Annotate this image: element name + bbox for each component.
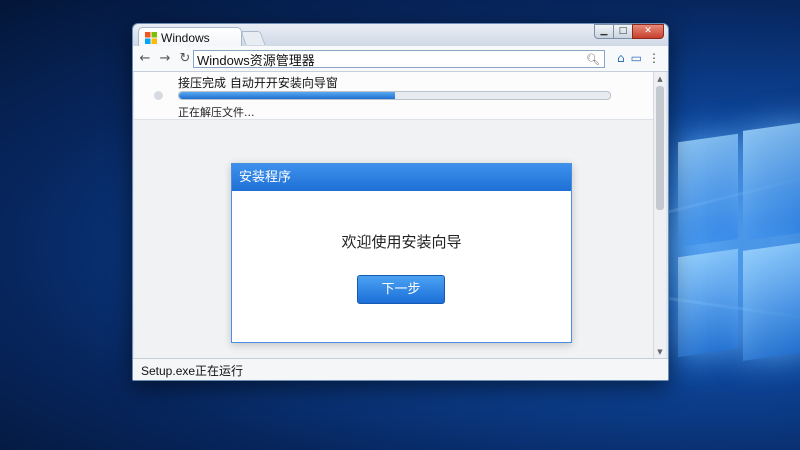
- minimize-button[interactable]: ▁: [594, 24, 614, 39]
- maximize-icon: □: [618, 26, 628, 36]
- reload-icon[interactable]: ↻: [177, 51, 193, 67]
- back-arrow-icon[interactable]: ←: [137, 51, 153, 67]
- close-button[interactable]: ✕: [632, 24, 664, 39]
- status-heading: 接压完成 自动开开安装向导窗: [178, 76, 338, 90]
- menu-icon[interactable]: ⋮: [648, 51, 660, 65]
- address-bar[interactable]: Windows资源管理器 🔍︎: [193, 50, 605, 68]
- minimize-icon: ▁: [600, 26, 608, 36]
- maximize-button[interactable]: □: [613, 24, 633, 39]
- navigation-toolbar: ← → ↻ Windows资源管理器 🔍︎ ⌂ ▭ ⋮: [133, 46, 668, 72]
- dialog-title: 安装程序: [232, 164, 571, 191]
- browser-window: Windows ▁ □ ✕ ← → ↻ Windows资源管理器 🔍︎ ⌂ ▭ …: [132, 23, 669, 381]
- forward-arrow-icon[interactable]: →: [157, 51, 173, 67]
- close-icon: ✕: [644, 26, 652, 36]
- dialog-body: 欢迎使用安装向导 下一步: [232, 191, 571, 343]
- progress-bar: [178, 91, 611, 100]
- page-icon[interactable]: ▭: [631, 51, 642, 65]
- extraction-status-panel: 接压完成 自动开开安装向导窗 正在解压文件...: [134, 72, 654, 120]
- windows-logo: [648, 118, 800, 378]
- browser-tab[interactable]: Windows: [138, 27, 242, 47]
- windows-flag-icon: [145, 31, 157, 44]
- home-icon[interactable]: ⌂: [617, 51, 625, 65]
- scroll-thumb[interactable]: [656, 86, 664, 210]
- vertical-scrollbar[interactable]: ▲ ▼: [653, 72, 666, 359]
- address-text: Windows资源管理器: [197, 52, 315, 68]
- page-content: 接压完成 自动开开安装向导窗 正在解压文件... 安装程序 欢迎使用安装向导 下…: [134, 72, 654, 359]
- scroll-up-icon[interactable]: ▲: [654, 73, 666, 85]
- next-button[interactable]: 下一步: [357, 275, 445, 304]
- loading-icon: [154, 91, 163, 100]
- installer-dialog: 安装程序 欢迎使用安装向导 下一步: [231, 163, 572, 343]
- tab-title: Windows: [161, 30, 210, 45]
- status-bar: Setup.exe正在运行: [133, 358, 668, 380]
- scroll-down-icon[interactable]: ▼: [654, 346, 666, 358]
- welcome-message: 欢迎使用安装向导: [341, 233, 462, 251]
- new-tab-button[interactable]: [240, 31, 266, 45]
- title-bar: Windows ▁ □ ✕: [133, 24, 668, 47]
- toolbar-actions: ⌂ ▭ ⋮: [617, 51, 660, 65]
- window-controls: ▁ □ ✕: [594, 24, 664, 39]
- status-subtext: 正在解压文件...: [178, 106, 255, 119]
- search-icon[interactable]: 🔍︎: [586, 53, 600, 66]
- status-bar-text: Setup.exe正在运行: [141, 364, 244, 378]
- progress-fill: [179, 92, 395, 99]
